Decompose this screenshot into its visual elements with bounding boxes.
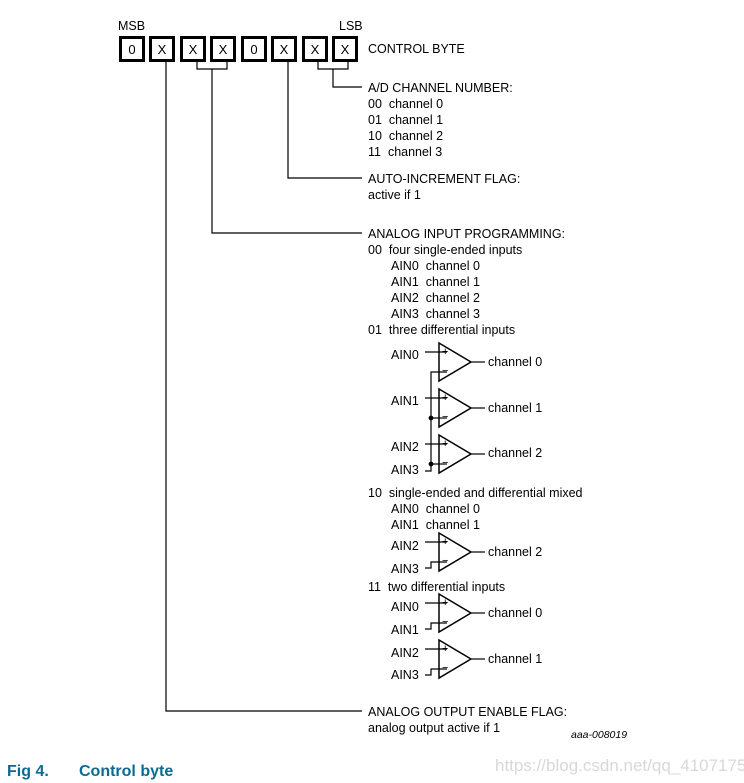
mode-10-item: AIN0 channel 0: [391, 502, 480, 516]
connector-channel-number: [317, 62, 362, 88]
opamp-mode01-ch1-minus-sign: −: [442, 411, 448, 423]
mode-00-item: AIN0 channel 0: [391, 259, 480, 273]
option-desc: channel 3: [387, 145, 443, 159]
analog-output-heading: ANALOG OUTPUT ENABLE FLAG:: [368, 705, 568, 719]
connector-analog-input: [196, 62, 362, 234]
junction-dot: [428, 461, 434, 467]
opamp-mode01-ch2-minus-sign: −: [442, 457, 448, 469]
opamp-mode01-ch0-minus-sign: −: [442, 365, 448, 377]
bit-2: X: [271, 36, 297, 62]
mode-11-output: channel 0: [488, 606, 543, 620]
mode-01-output: channel 1: [488, 401, 543, 415]
figure-title: Control byte: [79, 763, 174, 780]
channel-label: channel 0: [425, 259, 480, 273]
option-code: 10: [368, 129, 382, 143]
mode-10-title: 10 single-ended and differential mixed: [368, 486, 583, 500]
option-desc: channel 2: [388, 129, 444, 143]
mode-01-input: AIN2: [391, 440, 419, 454]
connector-auto-increment: [287, 62, 362, 179]
channel-option: 01 channel 1: [368, 113, 443, 127]
analog-output-desc: analog output active if 1: [368, 721, 501, 735]
mode-01-output: channel 2: [488, 446, 543, 460]
mode-00-title: 00 four single-ended inputs: [368, 243, 523, 257]
opamp-mode10-ch2-minus-sign: −: [442, 555, 448, 567]
mode-10-item: AIN1 channel 1: [391, 518, 480, 532]
opamp-mode11-ch0-minus-sign: −: [442, 616, 448, 628]
junction-dot: [428, 415, 434, 421]
bit-0: X: [332, 36, 358, 62]
bit-1: X: [302, 36, 328, 62]
channel-label: channel 0: [425, 502, 480, 516]
channel-option: 11 channel 3: [368, 145, 442, 159]
input-label: AIN1: [391, 518, 419, 532]
channel-option: 00 channel 0: [368, 97, 443, 111]
watermark: https://blog.csdn.net/qq_41071754: [495, 756, 744, 775]
mode-00-item: AIN2 channel 2: [391, 291, 480, 305]
mode-11-input: AIN0: [391, 600, 419, 614]
bit-7: 0: [119, 36, 145, 62]
lsb-label: LSB: [339, 19, 363, 33]
input-label: AIN1: [391, 275, 419, 289]
msb-label: MSB: [118, 19, 146, 33]
input-label: AIN3: [391, 307, 419, 321]
mode-11-input: AIN2: [391, 646, 419, 660]
input-label: AIN2: [391, 291, 419, 305]
mode-11-title: 11 two differential inputs: [368, 580, 506, 594]
mode-01-input: AIN1: [391, 394, 419, 408]
channel-label: channel 1: [425, 518, 480, 532]
mode-11-input: AIN1: [391, 623, 419, 637]
control-byte-title: CONTROL BYTE: [368, 42, 465, 56]
mode-01-input: AIN3: [391, 463, 419, 477]
mode-01-output: channel 0: [488, 355, 543, 369]
option-desc: channel 0: [388, 97, 444, 111]
mode-00-item: AIN1 channel 1: [391, 275, 480, 289]
bit-5: X: [180, 36, 206, 62]
channel-option: 10 channel 2: [368, 129, 443, 143]
option-code: 00: [368, 97, 382, 111]
auto-increment-heading: AUTO-INCREMENT FLAG:: [368, 172, 521, 186]
bit-4: X: [210, 36, 236, 62]
connector-analog-output: [165, 62, 362, 712]
option-code: 11: [368, 145, 381, 159]
input-label: AIN0: [391, 259, 419, 273]
option-code: 01: [368, 113, 382, 127]
option-desc: channel 1: [388, 113, 444, 127]
bit-3: 0: [241, 36, 267, 62]
channel-label: channel 1: [425, 275, 480, 289]
analog-input-heading: ANALOG INPUT PROGRAMMING:: [368, 227, 566, 241]
mode-10-diff-input: AIN2: [391, 539, 419, 553]
mode-01-input: AIN0: [391, 348, 419, 362]
mode-01-title: 01 three differential inputs: [368, 323, 516, 337]
channel-label: channel 3: [425, 307, 480, 321]
bit-6: X: [149, 36, 175, 62]
mode-11-output: channel 1: [488, 652, 543, 666]
mode-00-item: AIN3 channel 3: [391, 307, 480, 321]
channel-number-heading: A/D CHANNEL NUMBER:: [368, 81, 513, 95]
mode-10-diff-input: AIN3: [391, 562, 419, 576]
mode-11-input: AIN3: [391, 668, 419, 682]
mode-10-diff-output: channel 2: [488, 545, 543, 559]
input-label: AIN0: [391, 502, 419, 516]
figure-number: Fig 4.: [7, 763, 49, 780]
channel-label: channel 2: [425, 291, 480, 305]
figure-code: aaa-008019: [571, 729, 628, 741]
auto-increment-desc: active if 1: [368, 188, 421, 202]
opamp-mode11-ch1-minus-sign: −: [442, 662, 448, 674]
